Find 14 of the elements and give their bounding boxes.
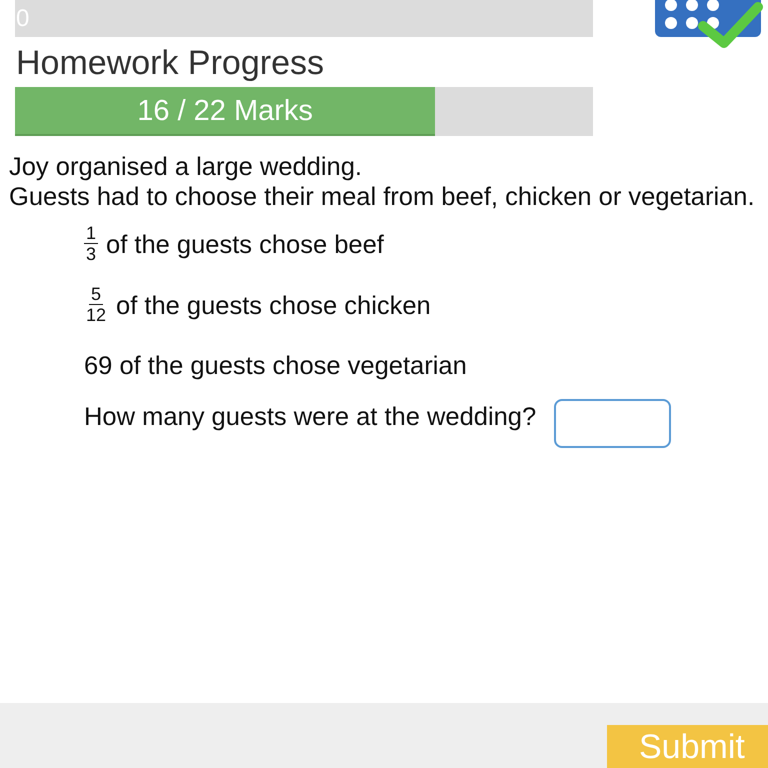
statement-text: 69 of the guests chose vegetarian <box>84 351 467 381</box>
progress-label: 16 / 22 Marks <box>137 94 313 128</box>
fraction-denominator: 3 <box>85 244 98 265</box>
answer-field[interactable] <box>554 399 672 448</box>
question-text: Guests had to choose their meal from beef, chicken or vegetarian. <box>9 182 756 212</box>
question-text: Joy organised a large wedding. <box>9 152 363 182</box>
question-prompt: How many guests were at the wedding? <box>84 402 536 432</box>
fraction-denominator: 12 <box>85 305 108 326</box>
statement-text: of the guests chose chicken <box>116 290 431 320</box>
statement-text: of the guests chose beef <box>106 230 384 260</box>
page-heading: Homework Progress <box>15 43 325 83</box>
submit-button[interactable]: Submit <box>607 725 768 768</box>
fraction-numerator: 5 <box>89 285 104 305</box>
fraction-numerator: 1 <box>84 224 98 244</box>
